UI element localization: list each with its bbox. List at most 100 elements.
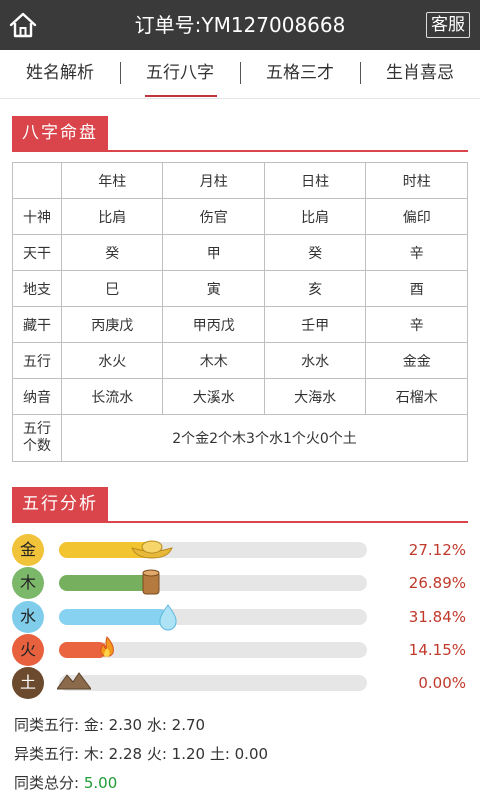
column-header: 时柱 xyxy=(365,162,468,199)
stat-value: 木: 2.28 火: 1.20 土: 0.00 xyxy=(83,745,269,763)
progress-track xyxy=(56,672,367,691)
wood-log-icon xyxy=(140,569,162,601)
wuxing-section-header: 五行分析 xyxy=(12,487,468,523)
table-cell: 比肩 xyxy=(263,198,367,235)
row-label-line: 个数 xyxy=(23,438,51,454)
tab-wuxing-bazi[interactable]: 五行八字 xyxy=(120,50,240,98)
element-count-cell: 2个金2个木3个水1个火0个土 xyxy=(61,414,468,462)
table-row: 地支 巳 寅 亥 酉 xyxy=(12,270,468,307)
table-corner-cell xyxy=(12,162,62,199)
percent-value: 14.15% xyxy=(408,641,466,659)
water-drop-icon xyxy=(157,603,179,635)
table-cell: 偏印 xyxy=(365,198,468,235)
home-icon[interactable] xyxy=(6,8,40,42)
table-cell: 伤官 xyxy=(162,198,265,235)
customer-service-button[interactable]: 客服 xyxy=(426,12,470,38)
gold-ingot-icon xyxy=(130,536,174,566)
stat-value: 金: 2.30 水: 2.70 xyxy=(83,716,206,734)
table-cell: 甲丙戊 xyxy=(162,306,265,343)
bazi-table: 年柱 月柱 日柱 时柱 十神 比肩 伤官 比肩 偏印 天干 癸 甲 癸 辛 地支… xyxy=(12,162,468,462)
table-cell: 丙庚戊 xyxy=(60,306,164,343)
total-score-stat: 同类总分: 5.00 xyxy=(14,772,117,794)
row-label: 十神 xyxy=(12,198,62,235)
element-circle: 火 xyxy=(12,634,44,666)
table-cell: 甲 xyxy=(162,234,265,271)
fire-icon xyxy=(97,636,117,666)
row-label: 地支 xyxy=(12,270,62,307)
element-circle: 土 xyxy=(12,667,44,699)
tab-divider xyxy=(360,62,361,84)
element-circle: 木 xyxy=(12,567,44,599)
element-row-fire: 火 14.15% xyxy=(12,634,468,666)
row-label: 五行 个数 xyxy=(12,414,62,462)
row-label: 天干 xyxy=(12,234,62,271)
table-cell: 辛 xyxy=(365,234,468,271)
row-label: 五行 xyxy=(12,342,62,379)
table-cell: 寅 xyxy=(162,270,265,307)
progress-track xyxy=(59,569,367,595)
tab-zodiac[interactable]: 生肖喜忌 xyxy=(360,50,480,98)
progress-track xyxy=(59,604,367,631)
table-row: 纳音 长流水 大溪水 大海水 石榴木 xyxy=(12,378,468,415)
table-cell: 巳 xyxy=(60,270,164,307)
table-row: 天干 癸 甲 癸 辛 xyxy=(12,234,468,271)
tab-name-analysis[interactable]: 姓名解析 xyxy=(0,50,120,98)
same-element-stat: 同类五行: 金: 2.30 水: 2.70 xyxy=(14,714,205,736)
element-row-wood: 木 26.89% xyxy=(12,567,468,599)
table-cell: 酉 xyxy=(365,270,468,307)
table-cell: 金金 xyxy=(365,342,468,379)
table-cell: 大海水 xyxy=(263,378,367,415)
column-header: 日柱 xyxy=(263,162,367,199)
table-cell: 长流水 xyxy=(60,378,164,415)
tab-divider xyxy=(120,62,121,84)
progress-fill xyxy=(59,609,168,625)
row-label: 纳音 xyxy=(12,378,62,415)
table-row: 十神 比肩 伤官 比肩 偏印 xyxy=(12,198,468,235)
section-title: 八字命盘 xyxy=(12,116,108,150)
element-circle: 水 xyxy=(12,601,44,633)
percent-value: 0.00% xyxy=(418,674,466,692)
bazi-section-header: 八字命盘 xyxy=(12,116,468,152)
percent-value: 27.12% xyxy=(408,541,466,559)
table-row: 五行 水火 木木 水水 金金 xyxy=(12,342,468,379)
table-row: 五行 个数 2个金2个木3个水1个火0个土 xyxy=(12,414,468,462)
table-cell: 壬甲 xyxy=(263,306,367,343)
different-element-stat: 异类五行: 木: 2.28 火: 1.20 土: 0.00 xyxy=(14,743,268,765)
progress-track xyxy=(59,636,367,658)
top-bar: 订单号:YM127008668 客服 xyxy=(0,0,480,50)
table-cell: 亥 xyxy=(263,270,367,307)
element-row-water: 水 31.84% xyxy=(12,601,468,633)
table-cell: 水火 xyxy=(60,342,164,379)
section-title: 五行分析 xyxy=(12,487,108,521)
table-cell: 辛 xyxy=(365,306,468,343)
stat-label: 同类总分: xyxy=(14,774,80,792)
element-row-earth: 土 0.00% xyxy=(12,667,468,699)
total-score-value: 5.00 xyxy=(83,774,118,792)
table-cell: 癸 xyxy=(60,234,164,271)
table-cell: 木木 xyxy=(162,342,265,379)
element-circle: 金 xyxy=(12,534,44,566)
percent-value: 26.89% xyxy=(408,574,466,592)
column-header: 月柱 xyxy=(162,162,265,199)
tab-divider xyxy=(240,62,241,84)
row-label: 藏干 xyxy=(12,306,62,343)
mountain-icon xyxy=(56,669,92,697)
stat-label: 异类五行: xyxy=(14,745,80,763)
table-cell: 比肩 xyxy=(60,198,164,235)
tab-wuge-sancai[interactable]: 五格三才 xyxy=(240,50,360,98)
column-header: 年柱 xyxy=(60,162,164,199)
table-cell: 石榴木 xyxy=(365,378,468,415)
element-row-metal: 金 27.12% xyxy=(12,534,468,566)
active-tab-indicator xyxy=(145,95,217,97)
table-cell: 水水 xyxy=(263,342,367,379)
percent-value: 31.84% xyxy=(408,608,466,626)
table-cell: 癸 xyxy=(263,234,367,271)
row-label-line: 五行 xyxy=(23,421,51,437)
order-title: 订单号:YM127008668 xyxy=(134,13,346,37)
stat-label: 同类五行: xyxy=(14,716,80,734)
table-row: 藏干 丙庚戊 甲丙戊 壬甲 辛 xyxy=(12,306,468,343)
table-cell: 大溪水 xyxy=(162,378,265,415)
progress-track xyxy=(59,540,367,559)
progress-fill xyxy=(59,575,151,591)
table-header-row: 年柱 月柱 日柱 时柱 xyxy=(12,162,468,199)
